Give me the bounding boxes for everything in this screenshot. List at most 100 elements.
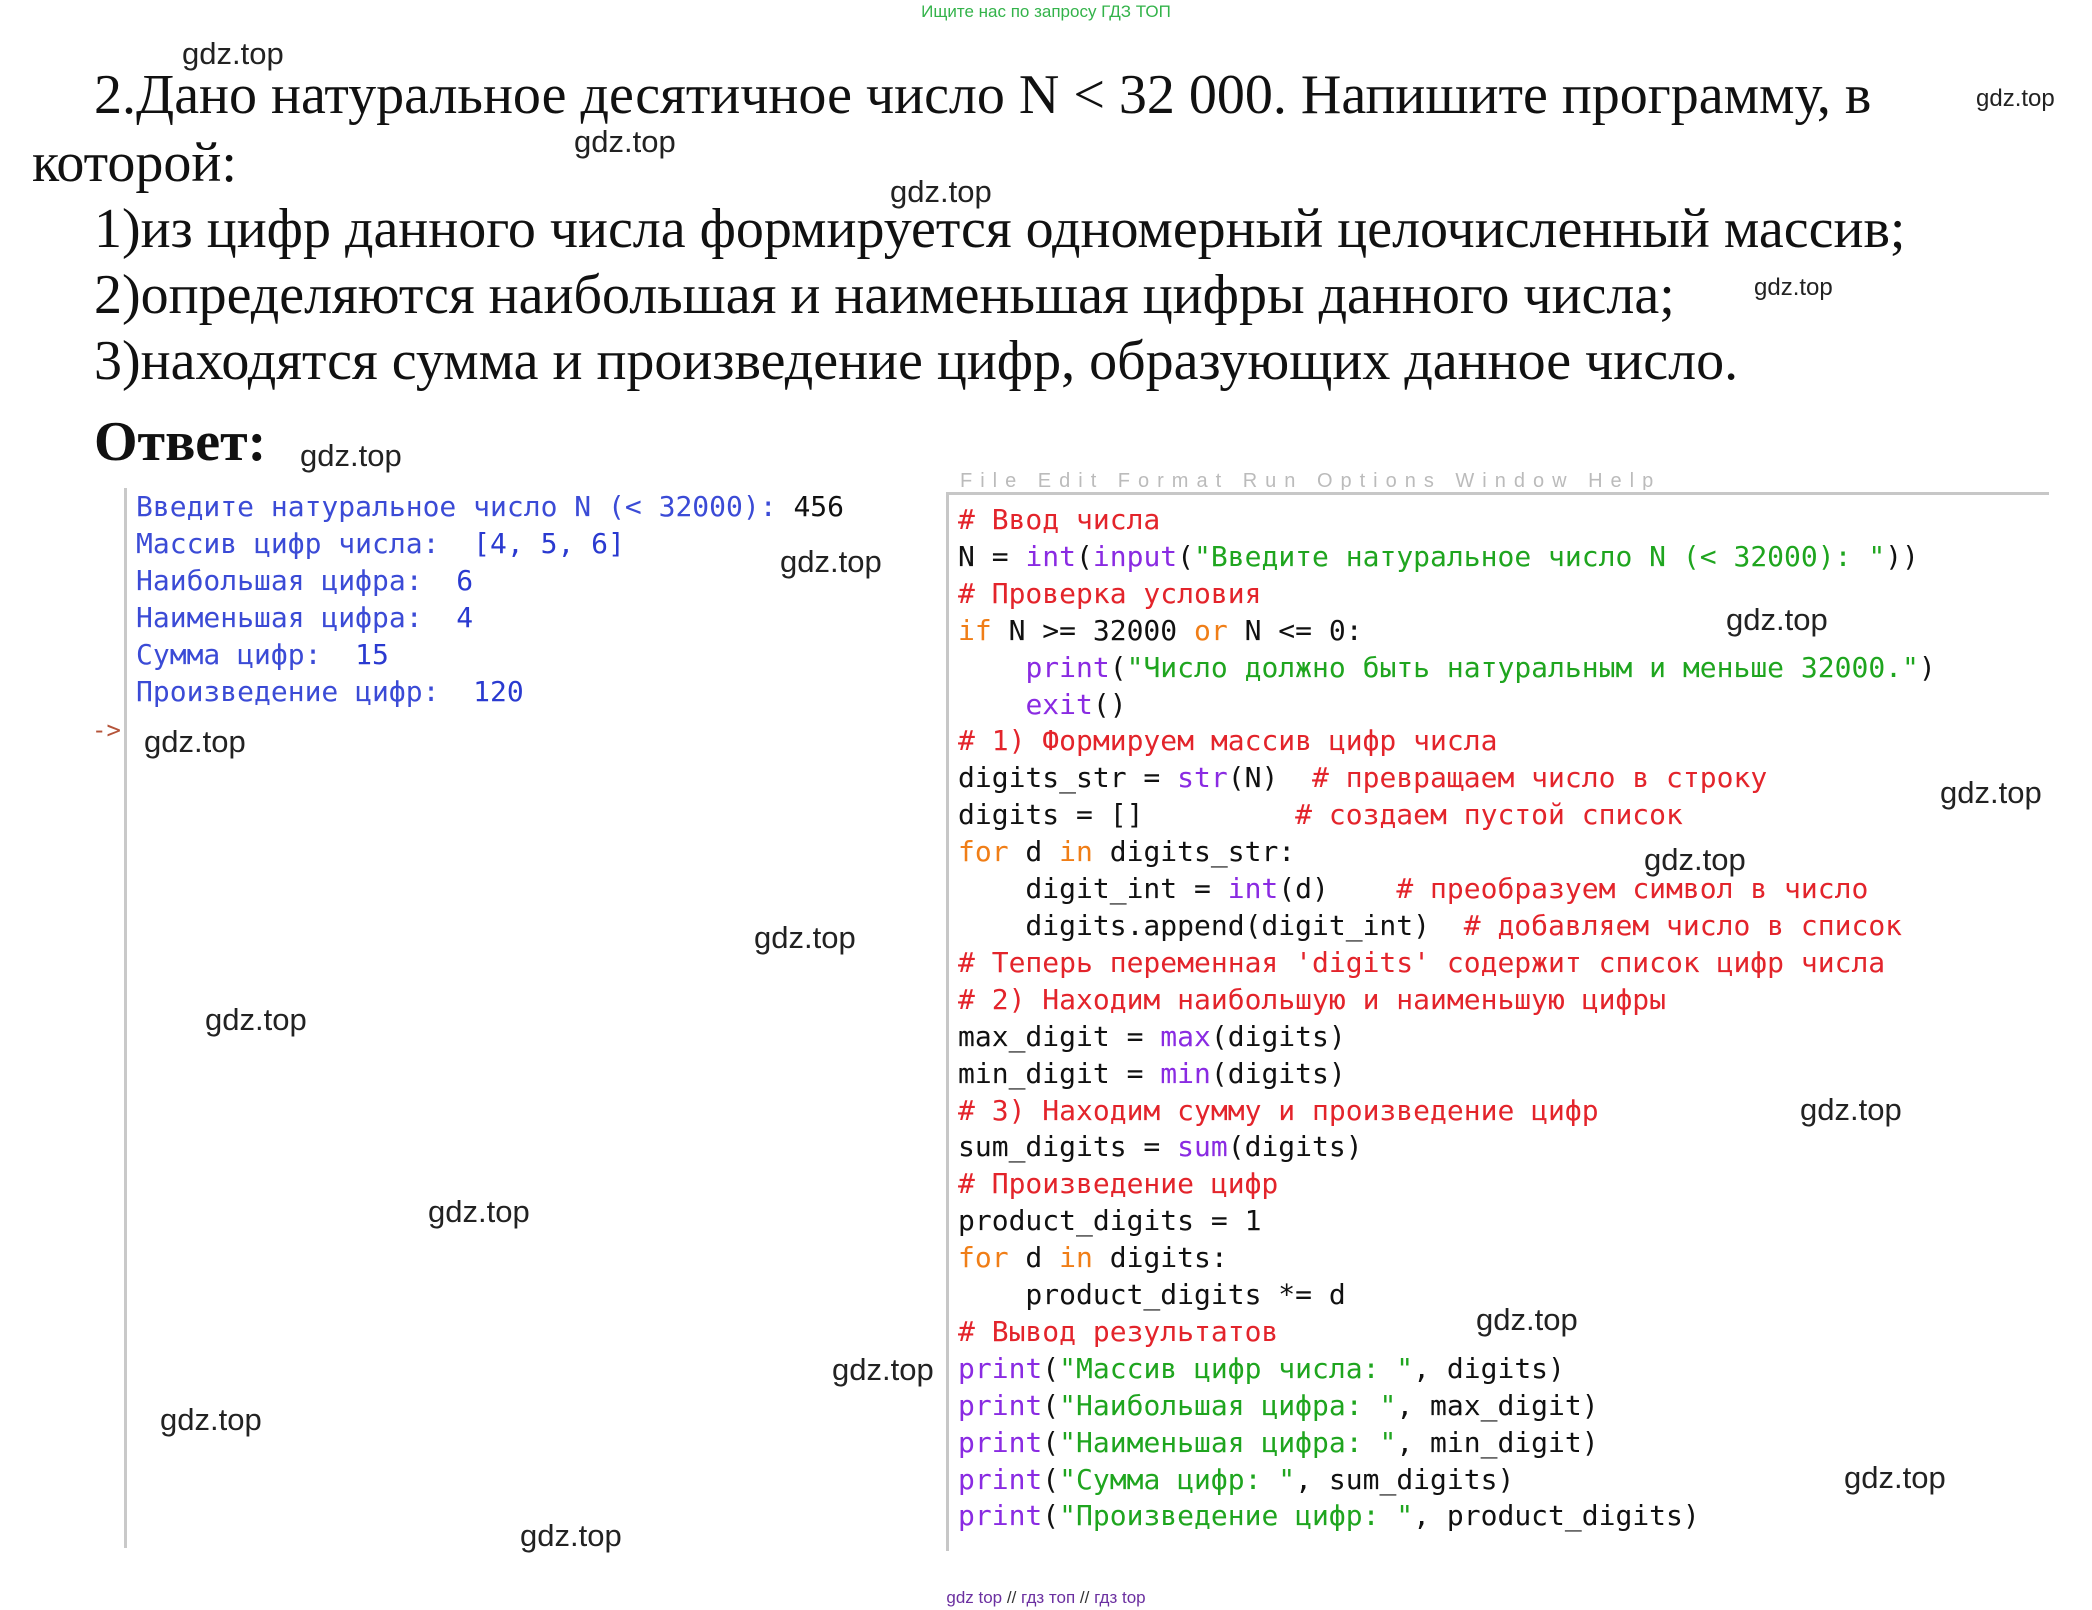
- answer-label: Ответ:: [94, 411, 267, 473]
- code-line: for d in digits_str:: [958, 834, 1936, 871]
- code-token: N <= 0:: [1227, 613, 1363, 647]
- code-token: (: [1177, 539, 1195, 573]
- watermark-text: gdz.top: [300, 438, 402, 473]
- code-token: # 2) Находим наибольшую и наименьшую циф…: [958, 982, 1667, 1016]
- task-item-2: 2)определяются наибольшая и наименьшая ц…: [94, 264, 1675, 326]
- code-token: # Ввод числа: [958, 503, 1161, 536]
- code-token: print: [958, 1499, 1043, 1533]
- code-token: exit: [1025, 687, 1093, 721]
- footer-link[interactable]: gdz top: [946, 1588, 1002, 1607]
- code-line: product_digits *= d: [958, 1277, 1936, 1314]
- code-token: min: [1160, 1056, 1211, 1090]
- code-line: print("Наименьшая цифра: ", min_digit): [958, 1425, 1936, 1462]
- code-line: print("Массив цифр числа: ", digits): [958, 1351, 1936, 1388]
- code-token: , min_digit): [1396, 1425, 1599, 1459]
- watermark-text: gdz.top: [1800, 1092, 1902, 1127]
- watermark-text: gdz.top: [1976, 85, 2055, 112]
- code-token: (d): [1278, 872, 1397, 906]
- shell-output: Введите натуральное число N (< 32000): 4…: [136, 488, 844, 710]
- footer-link[interactable]: гдз top: [1094, 1588, 1146, 1607]
- code-token: print: [958, 1351, 1043, 1385]
- task-item-1: 1)из цифр данного числа формируется одно…: [94, 198, 1906, 260]
- code-token: # Теперь переменная 'digits' содержит сп…: [958, 945, 1886, 979]
- watermark-text: gdz.top: [1644, 842, 1746, 877]
- code-token: # Вывод результатов: [958, 1314, 1279, 1348]
- code-token: (: [1042, 1499, 1060, 1533]
- shell-output-label: Произведение цифр:: [136, 675, 474, 708]
- code-token: # Произведение цифр: [958, 1167, 1279, 1201]
- shell-output-label: Введите натуральное число N (< 32000):: [136, 490, 794, 523]
- code-token: N >= 32000: [991, 613, 1195, 647]
- code-token: in: [1059, 1241, 1093, 1275]
- editor-menu-bar: File Edit Format Run Options Window Help: [960, 470, 1662, 490]
- code-line: # 2) Находим наибольшую и наименьшую циф…: [958, 982, 1936, 1019]
- code-token: digits_str:: [1092, 835, 1296, 869]
- code-token: , max_digit): [1396, 1388, 1599, 1422]
- code-line: max_digit = max(digits): [958, 1019, 1936, 1056]
- code-token: print: [958, 1425, 1043, 1459]
- code-token: print: [1025, 650, 1110, 684]
- code-token: (digits): [1227, 1130, 1363, 1164]
- code-token: (): [1092, 687, 1127, 721]
- top-banner: Ищите нас по запросу ГДЗ ТОП: [921, 2, 1171, 21]
- code-line: # Теперь переменная 'digits' содержит сп…: [958, 945, 1936, 982]
- code-token: )): [1885, 539, 1919, 573]
- code-line: digits = [] # создаем пустой список: [958, 797, 1936, 834]
- watermark-text: gdz.top: [832, 1352, 934, 1387]
- code-token: or: [1194, 613, 1228, 647]
- watermark-text: gdz.top: [780, 544, 882, 579]
- code-line: # Вывод результатов: [958, 1314, 1936, 1351]
- code-token: , product_digits): [1413, 1499, 1700, 1533]
- code-token: d: [1008, 835, 1060, 869]
- code-token: "Наименьшая цифра: ": [1059, 1425, 1397, 1459]
- code-token: # 3) Находим сумму и произведение цифр: [958, 1093, 1599, 1127]
- watermark-text: gdz.top: [574, 124, 676, 159]
- code-line: for d in digits:: [958, 1240, 1936, 1277]
- watermark-text: gdz.top: [428, 1194, 530, 1229]
- code-token: , digits): [1413, 1351, 1565, 1385]
- code-token: print: [958, 1462, 1043, 1496]
- code-token: input: [1092, 539, 1178, 573]
- footer-link[interactable]: гдз топ: [1021, 1588, 1075, 1607]
- code-token: sum: [1177, 1130, 1228, 1164]
- code-token: "Произведение цифр: ": [1059, 1499, 1414, 1533]
- code-token: (N): [1227, 761, 1313, 795]
- code-token: if: [958, 613, 992, 647]
- code-line: # Ввод числа: [958, 502, 1936, 539]
- code-token: d: [1008, 1241, 1060, 1275]
- code-token: in: [1059, 835, 1093, 869]
- shell-output-label: Наименьшая цифра:: [136, 601, 457, 634]
- watermark-text: gdz.top: [1726, 602, 1828, 637]
- code-token: max_digit =: [958, 1019, 1161, 1053]
- footer-separator: //: [1002, 1588, 1022, 1607]
- shell-output-label: Массив цифр числа:: [136, 527, 474, 560]
- code-token: str: [1177, 761, 1228, 795]
- code-token: digit_int =: [958, 872, 1228, 906]
- shell-output-label: Сумма цифр:: [136, 638, 356, 671]
- code-line: exit(): [958, 687, 1936, 724]
- watermark-text: gdz.top: [144, 724, 246, 759]
- task-line-1: 2.Дано натуральное десятичное число N < …: [94, 64, 1872, 126]
- code-token: (: [1076, 539, 1093, 573]
- code-line: print("Число должно быть натуральным и м…: [958, 650, 1935, 687]
- code-token: digits_str =: [958, 761, 1178, 795]
- watermark-text: gdz.top: [520, 1518, 622, 1553]
- code-token: (: [1042, 1351, 1060, 1385]
- code-token: product_digits *= d: [958, 1278, 1346, 1312]
- code-line: digits_str = str(N) # превращаем число в…: [958, 760, 1936, 797]
- code-token: print: [958, 1388, 1043, 1422]
- code-token: (: [1042, 1462, 1060, 1496]
- watermark-text: gdz.top: [1754, 274, 1833, 301]
- code-token: (: [1042, 1425, 1060, 1459]
- task-item-3: 3)находятся сумма и произведение цифр, о…: [94, 330, 1739, 392]
- code-token: , sum_digits): [1295, 1462, 1515, 1496]
- code-token: product_digits = 1: [958, 1204, 1262, 1238]
- shell-left-border: [124, 488, 127, 1548]
- code-token: # добавляем число в список: [1463, 908, 1903, 942]
- code-token: (digits): [1210, 1019, 1346, 1053]
- footer-separator: //: [1075, 1588, 1095, 1607]
- watermark-text: gdz.top: [1476, 1302, 1578, 1337]
- shell-prompt: ->: [92, 716, 121, 744]
- code-line: digits.append(digit_int) # добавляем чис…: [958, 908, 1936, 945]
